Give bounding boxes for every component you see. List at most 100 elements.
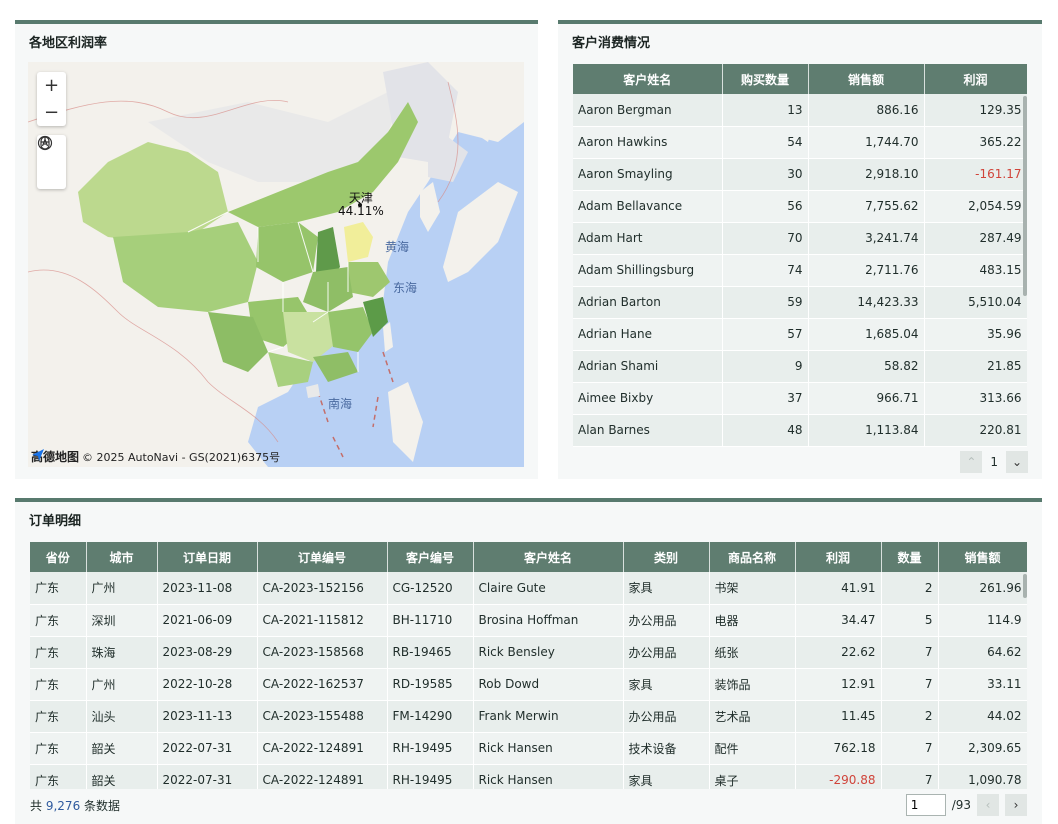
table-cell: CA-2022-124891 — [257, 732, 388, 765]
column-header[interactable]: 城市 — [86, 542, 158, 572]
table-cell: 3,241.74 — [808, 222, 925, 255]
total-suffix: 条数据 — [84, 798, 121, 813]
chevron-right-icon[interactable]: › — [1005, 794, 1027, 816]
table-cell: 37 — [722, 382, 809, 415]
table-cell: Brosina Hoffman — [473, 604, 624, 637]
east-sea-label: 东海 — [393, 281, 418, 295]
order-row[interactable]: 广东 珠海 2023-08-29 CA-2023-158568 RB-19465 Rick… — [30, 636, 1027, 669]
customer-row[interactable]: Aaron Smayling 30 2,918.10 -161.17 — [573, 158, 1027, 191]
table-cell: 广东 — [30, 668, 87, 701]
customer-table-scrollbar[interactable] — [1023, 96, 1027, 296]
region-profit-map[interactable]: + − 天津 44.11% 黄海 东海 南海 高德地图 © 2025 AutoN… — [28, 62, 524, 467]
table-cell: CA-2023-155488 — [257, 700, 388, 733]
customer-table-container[interactable]: 客户姓名 购买数量 销售额 利润 Aaron Bergman 13 886.16 129.3… — [573, 64, 1027, 450]
zoom-in-button[interactable]: + — [37, 72, 66, 99]
column-header[interactable]: 利润 — [795, 542, 882, 572]
table-cell: 57 — [722, 318, 809, 351]
table-cell: 广东 — [30, 700, 87, 733]
table-cell: 办公用品 — [623, 700, 710, 733]
customer-row[interactable]: Adrian Shami 9 58.82 21.85 — [573, 350, 1027, 383]
column-header[interactable]: 商品名称 — [709, 542, 796, 572]
table-cell: CA-2023-158568 — [257, 636, 388, 669]
column-header[interactable]: 省份 — [30, 542, 87, 572]
map-tool-control — [37, 135, 66, 189]
order-row[interactable]: 广东 广州 2023-11-08 CA-2023-152156 CG-12520 Clai… — [30, 572, 1027, 605]
table-cell: 59 — [722, 286, 809, 319]
customer-row[interactable]: Adrian Hane 57 1,685.04 35.96 — [573, 318, 1027, 351]
order-row[interactable]: 广东 深圳 2021-06-09 CA-2021-115812 BH-11710 Bros… — [30, 604, 1027, 637]
table-cell: 2 — [881, 700, 939, 733]
table-cell: Adam Hart — [573, 222, 723, 255]
customer-row[interactable]: Aimee Bixby 37 966.71 313.66 — [573, 382, 1027, 415]
table-cell: 11.45 — [795, 700, 882, 733]
column-header[interactable]: 客户姓名 — [573, 64, 723, 94]
table-cell: 70 — [722, 222, 809, 255]
table-cell: 9 — [722, 350, 809, 383]
table-cell: 广东 — [30, 636, 87, 669]
table-cell: 2022-10-28 — [157, 668, 258, 701]
table-cell: 2,309.65 — [938, 732, 1027, 765]
table-cell: 1,744.70 — [808, 126, 925, 159]
order-pager: /93 ‹ › — [905, 794, 1027, 816]
table-cell: Alan Barnes — [573, 414, 723, 447]
order-row[interactable]: 广东 韶关 2022-07-31 CA-2022-124891 RH-19495 Rick… — [30, 764, 1027, 789]
chevron-left-icon[interactable]: ‹ — [977, 794, 999, 816]
table-cell: 114.9 — [938, 604, 1027, 637]
table-cell: RB-19465 — [387, 636, 474, 669]
table-cell: 33.11 — [938, 668, 1027, 701]
table-cell: 2022-07-31 — [157, 732, 258, 765]
table-cell: 1,113.84 — [808, 414, 925, 447]
order-panel-title: 订单明细 — [29, 514, 82, 529]
table-cell: 7,755.62 — [808, 190, 925, 223]
tooltip-region-value: 44.11% — [338, 204, 384, 218]
table-cell: 办公用品 — [623, 636, 710, 669]
customer-row[interactable]: Adam Bellavance 56 7,755.62 2,054.59 — [573, 190, 1027, 223]
customer-consumption-panel: 客户消费情况 客户姓名 购买数量 销售额 利润 Aaron Bergman 13 886.… — [558, 20, 1042, 479]
table-cell: 2021-06-09 — [157, 604, 258, 637]
chevron-up-icon[interactable]: ⌃ — [960, 451, 983, 473]
zoom-out-button[interactable]: − — [37, 99, 66, 126]
customer-row[interactable]: Aaron Bergman 13 886.16 129.35 — [573, 94, 1027, 127]
south-sea-label: 南海 — [328, 397, 353, 411]
table-cell: 34.47 — [795, 604, 882, 637]
column-header[interactable]: 订单编号 — [257, 542, 388, 572]
table-cell: FM-14290 — [387, 700, 474, 733]
customer-row[interactable]: Alan Barnes 48 1,113.84 220.81 — [573, 414, 1027, 447]
table-cell: 广东 — [30, 732, 87, 765]
customer-row[interactable]: Adrian Barton 59 14,423.33 5,510.04 — [573, 286, 1027, 319]
table-cell: 21.85 — [924, 350, 1027, 383]
table-cell: 广东 — [30, 764, 87, 789]
attribution-text: © 2025 AutoNavi - GS(2021)6375号 — [82, 450, 281, 464]
column-header[interactable]: 销售额 — [938, 542, 1027, 572]
order-table-scrollbar[interactable] — [1023, 574, 1027, 598]
map-attribution: 高德地图 © 2025 AutoNavi - GS(2021)6375号 — [31, 448, 280, 465]
table-cell: Claire Gute — [473, 572, 624, 605]
column-header[interactable]: 客户编号 — [387, 542, 474, 572]
table-cell: Adam Shillingsburg — [573, 254, 723, 287]
column-header[interactable]: 类别 — [623, 542, 710, 572]
order-row[interactable]: 广东 汕头 2023-11-13 CA-2023-155488 FM-14290 Fran… — [30, 700, 1027, 733]
order-row[interactable]: 广东 广州 2022-10-28 CA-2022-162537 RD-19585 Rob … — [30, 668, 1027, 701]
map-canvas — [28, 62, 524, 467]
order-row[interactable]: 广东 韶关 2022-07-31 CA-2022-124891 RH-19495 Rick… — [30, 732, 1027, 765]
mouse-icon[interactable] — [37, 136, 66, 189]
order-table-container[interactable]: 省份 城市 订单日期 订单编号 客户编号 客户姓名 类别 商品名称 利润 数量 销售额 广东 广州 20… — [30, 542, 1027, 789]
table-cell: 64.62 — [938, 636, 1027, 669]
page-number-input[interactable] — [905, 794, 946, 816]
column-header[interactable]: 利润 — [924, 64, 1027, 94]
customer-row[interactable]: Aaron Hawkins 54 1,744.70 365.22 — [573, 126, 1027, 159]
customer-row[interactable]: Adam Shillingsburg 74 2,711.76 483.15 — [573, 254, 1027, 287]
profit-map-panel: 各地区利润率 + − 天津 44.11% 黄海 东海 南海 高德地图 © 202… — [15, 20, 538, 479]
table-cell: 1,685.04 — [808, 318, 925, 351]
table-cell: 家具 — [623, 668, 710, 701]
column-header[interactable]: 购买数量 — [722, 64, 809, 94]
column-header[interactable]: 客户姓名 — [473, 542, 624, 572]
order-table: 省份 城市 订单日期 订单编号 客户编号 客户姓名 类别 商品名称 利润 数量 销售额 广东 广州 20… — [30, 542, 1027, 789]
table-cell: Aaron Smayling — [573, 158, 723, 191]
column-header[interactable]: 订单日期 — [157, 542, 258, 572]
customer-row[interactable]: Adam Hart 70 3,241.74 287.49 — [573, 222, 1027, 255]
column-header[interactable]: 数量 — [881, 542, 939, 572]
chevron-down-icon[interactable]: ⌄ — [1006, 451, 1028, 473]
table-cell: Adrian Shami — [573, 350, 723, 383]
column-header[interactable]: 销售额 — [808, 64, 925, 94]
